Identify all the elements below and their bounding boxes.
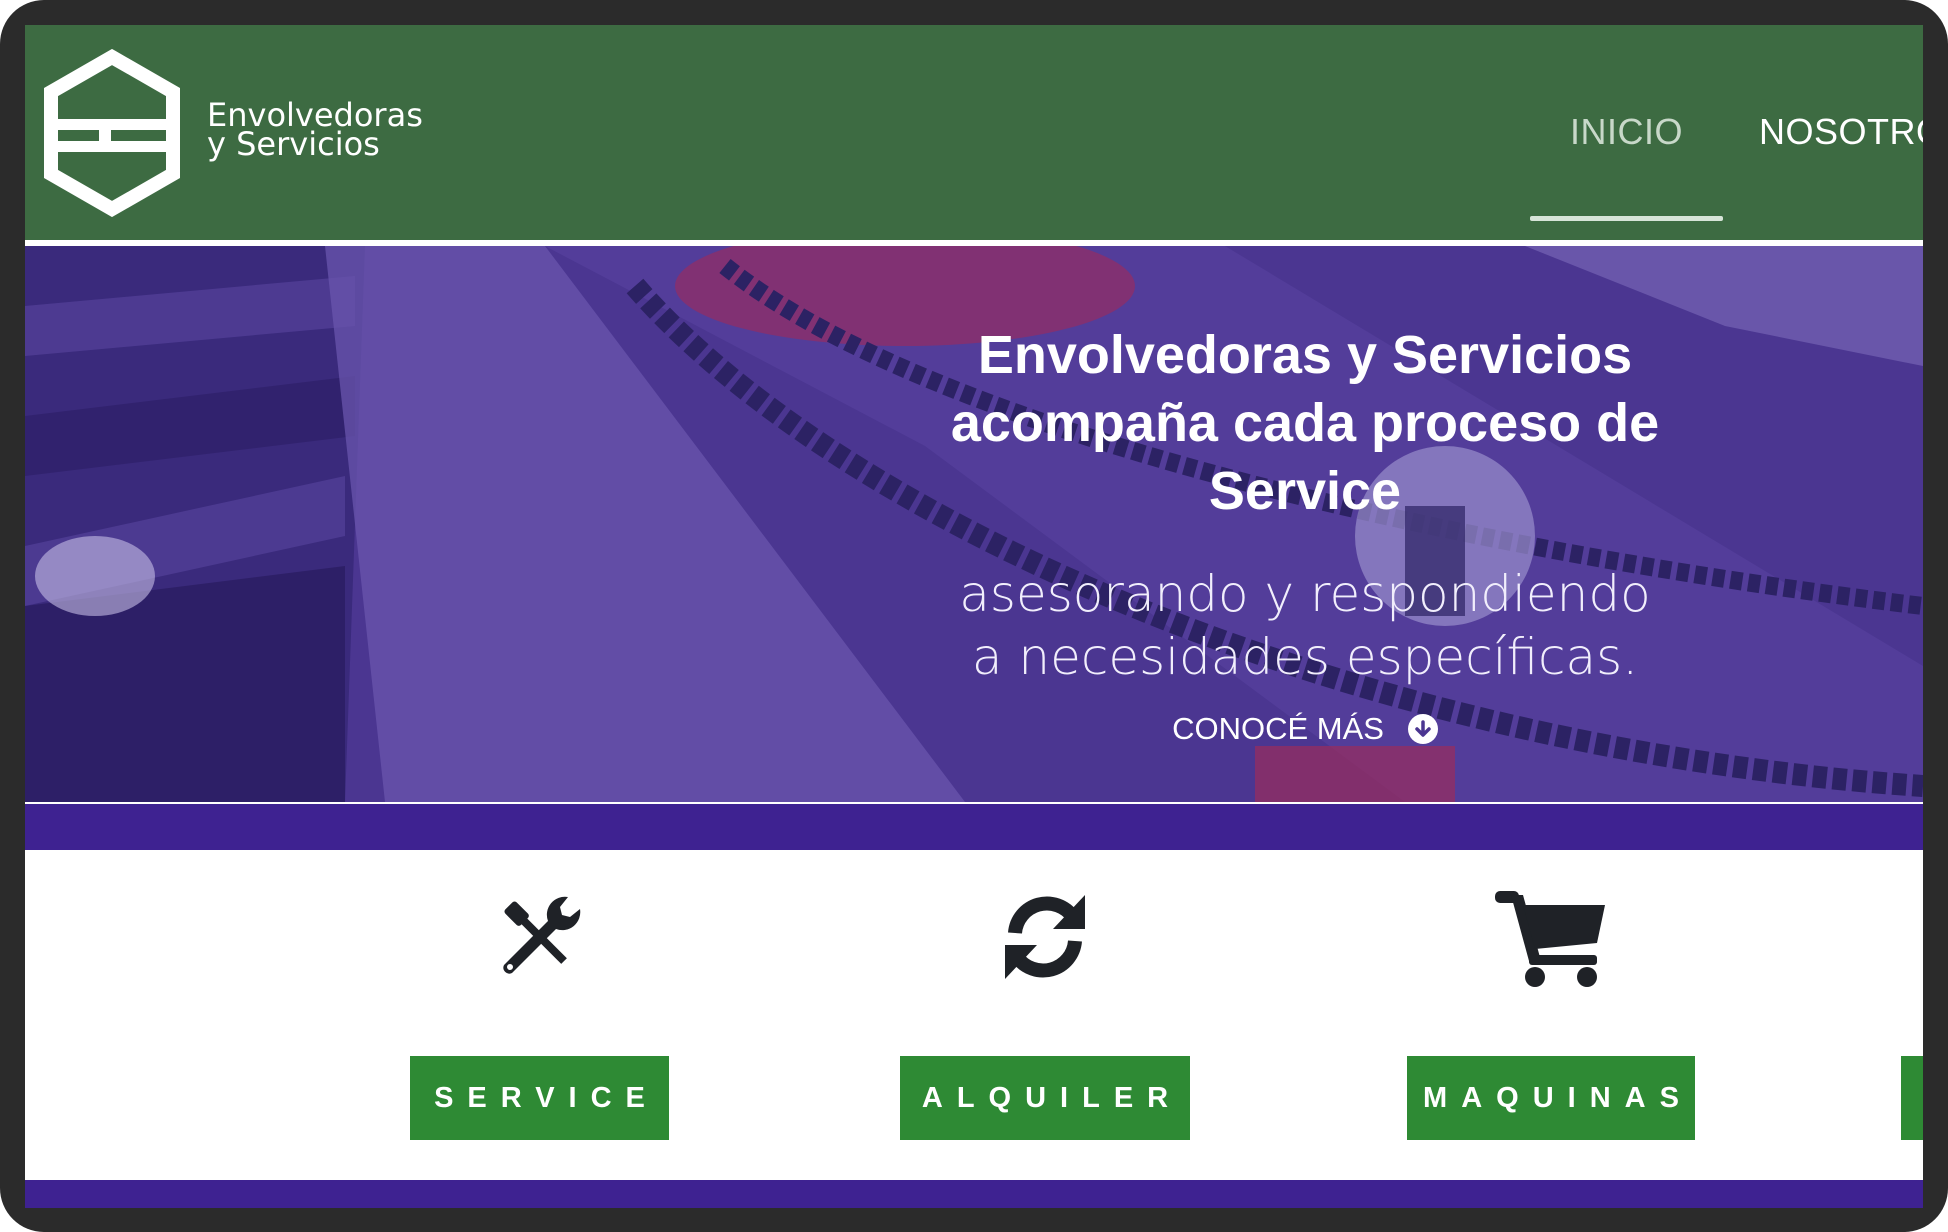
main-nav: INICIO NOSOTROS [1529, 111, 1923, 221]
nav-item-nosotros[interactable]: NOSOTROS [1759, 111, 1923, 153]
conoce-mas-label: CONOCÉ MÁS [1172, 711, 1384, 746]
maquinas-button[interactable]: MAQUINAS [1407, 1056, 1695, 1140]
hero-subtitle-line: a necesidades específicas. [971, 628, 1639, 686]
arrow-down-circle-icon [1407, 714, 1438, 744]
hero-banner: Envolvedoras y Servicios acompaña cada p… [25, 246, 1923, 802]
device-frame: Envolvedoras y Servicios INICIO NOSOTROS [0, 0, 1948, 1232]
hero-subtitle: asesorando y respondiendo a necesidades … [905, 563, 1705, 689]
nav-item-inicio[interactable]: INICIO [1529, 111, 1724, 221]
brand-name[interactable]: Envolvedoras y Servicios [207, 99, 423, 163]
alquiler-button[interactable]: ALQUILER [900, 1056, 1190, 1140]
browser-viewport: Envolvedoras y Servicios INICIO NOSOTROS [25, 25, 1923, 1208]
hero-title: Envolvedoras y Servicios acompaña cada p… [905, 321, 1705, 525]
sync-icon [995, 887, 1095, 992]
cart-icon [1495, 887, 1607, 992]
brand-line-2: y Servicios [207, 125, 380, 163]
hero-title-line: acompaña cada proceso de [950, 393, 1660, 453]
conoce-mas-link[interactable]: CONOCÉ MÁS [1172, 711, 1438, 747]
hero-title-line: Service [1208, 461, 1402, 521]
more-button-partial[interactable] [1901, 1056, 1923, 1140]
hero-subtitle-line: asesorando y respondiendo [959, 565, 1651, 623]
site-header: Envolvedoras y Servicios INICIO NOSOTROS [25, 25, 1923, 243]
tools-icon [490, 887, 590, 992]
purple-footer-band [25, 1180, 1923, 1208]
logo-icon[interactable] [39, 48, 185, 222]
purple-divider-band [25, 802, 1923, 850]
hero-title-line: Envolvedoras y Servicios [977, 325, 1633, 385]
hero-content: Envolvedoras y Servicios acompaña cada p… [905, 321, 1705, 747]
service-button[interactable]: SERVICE [410, 1056, 669, 1140]
